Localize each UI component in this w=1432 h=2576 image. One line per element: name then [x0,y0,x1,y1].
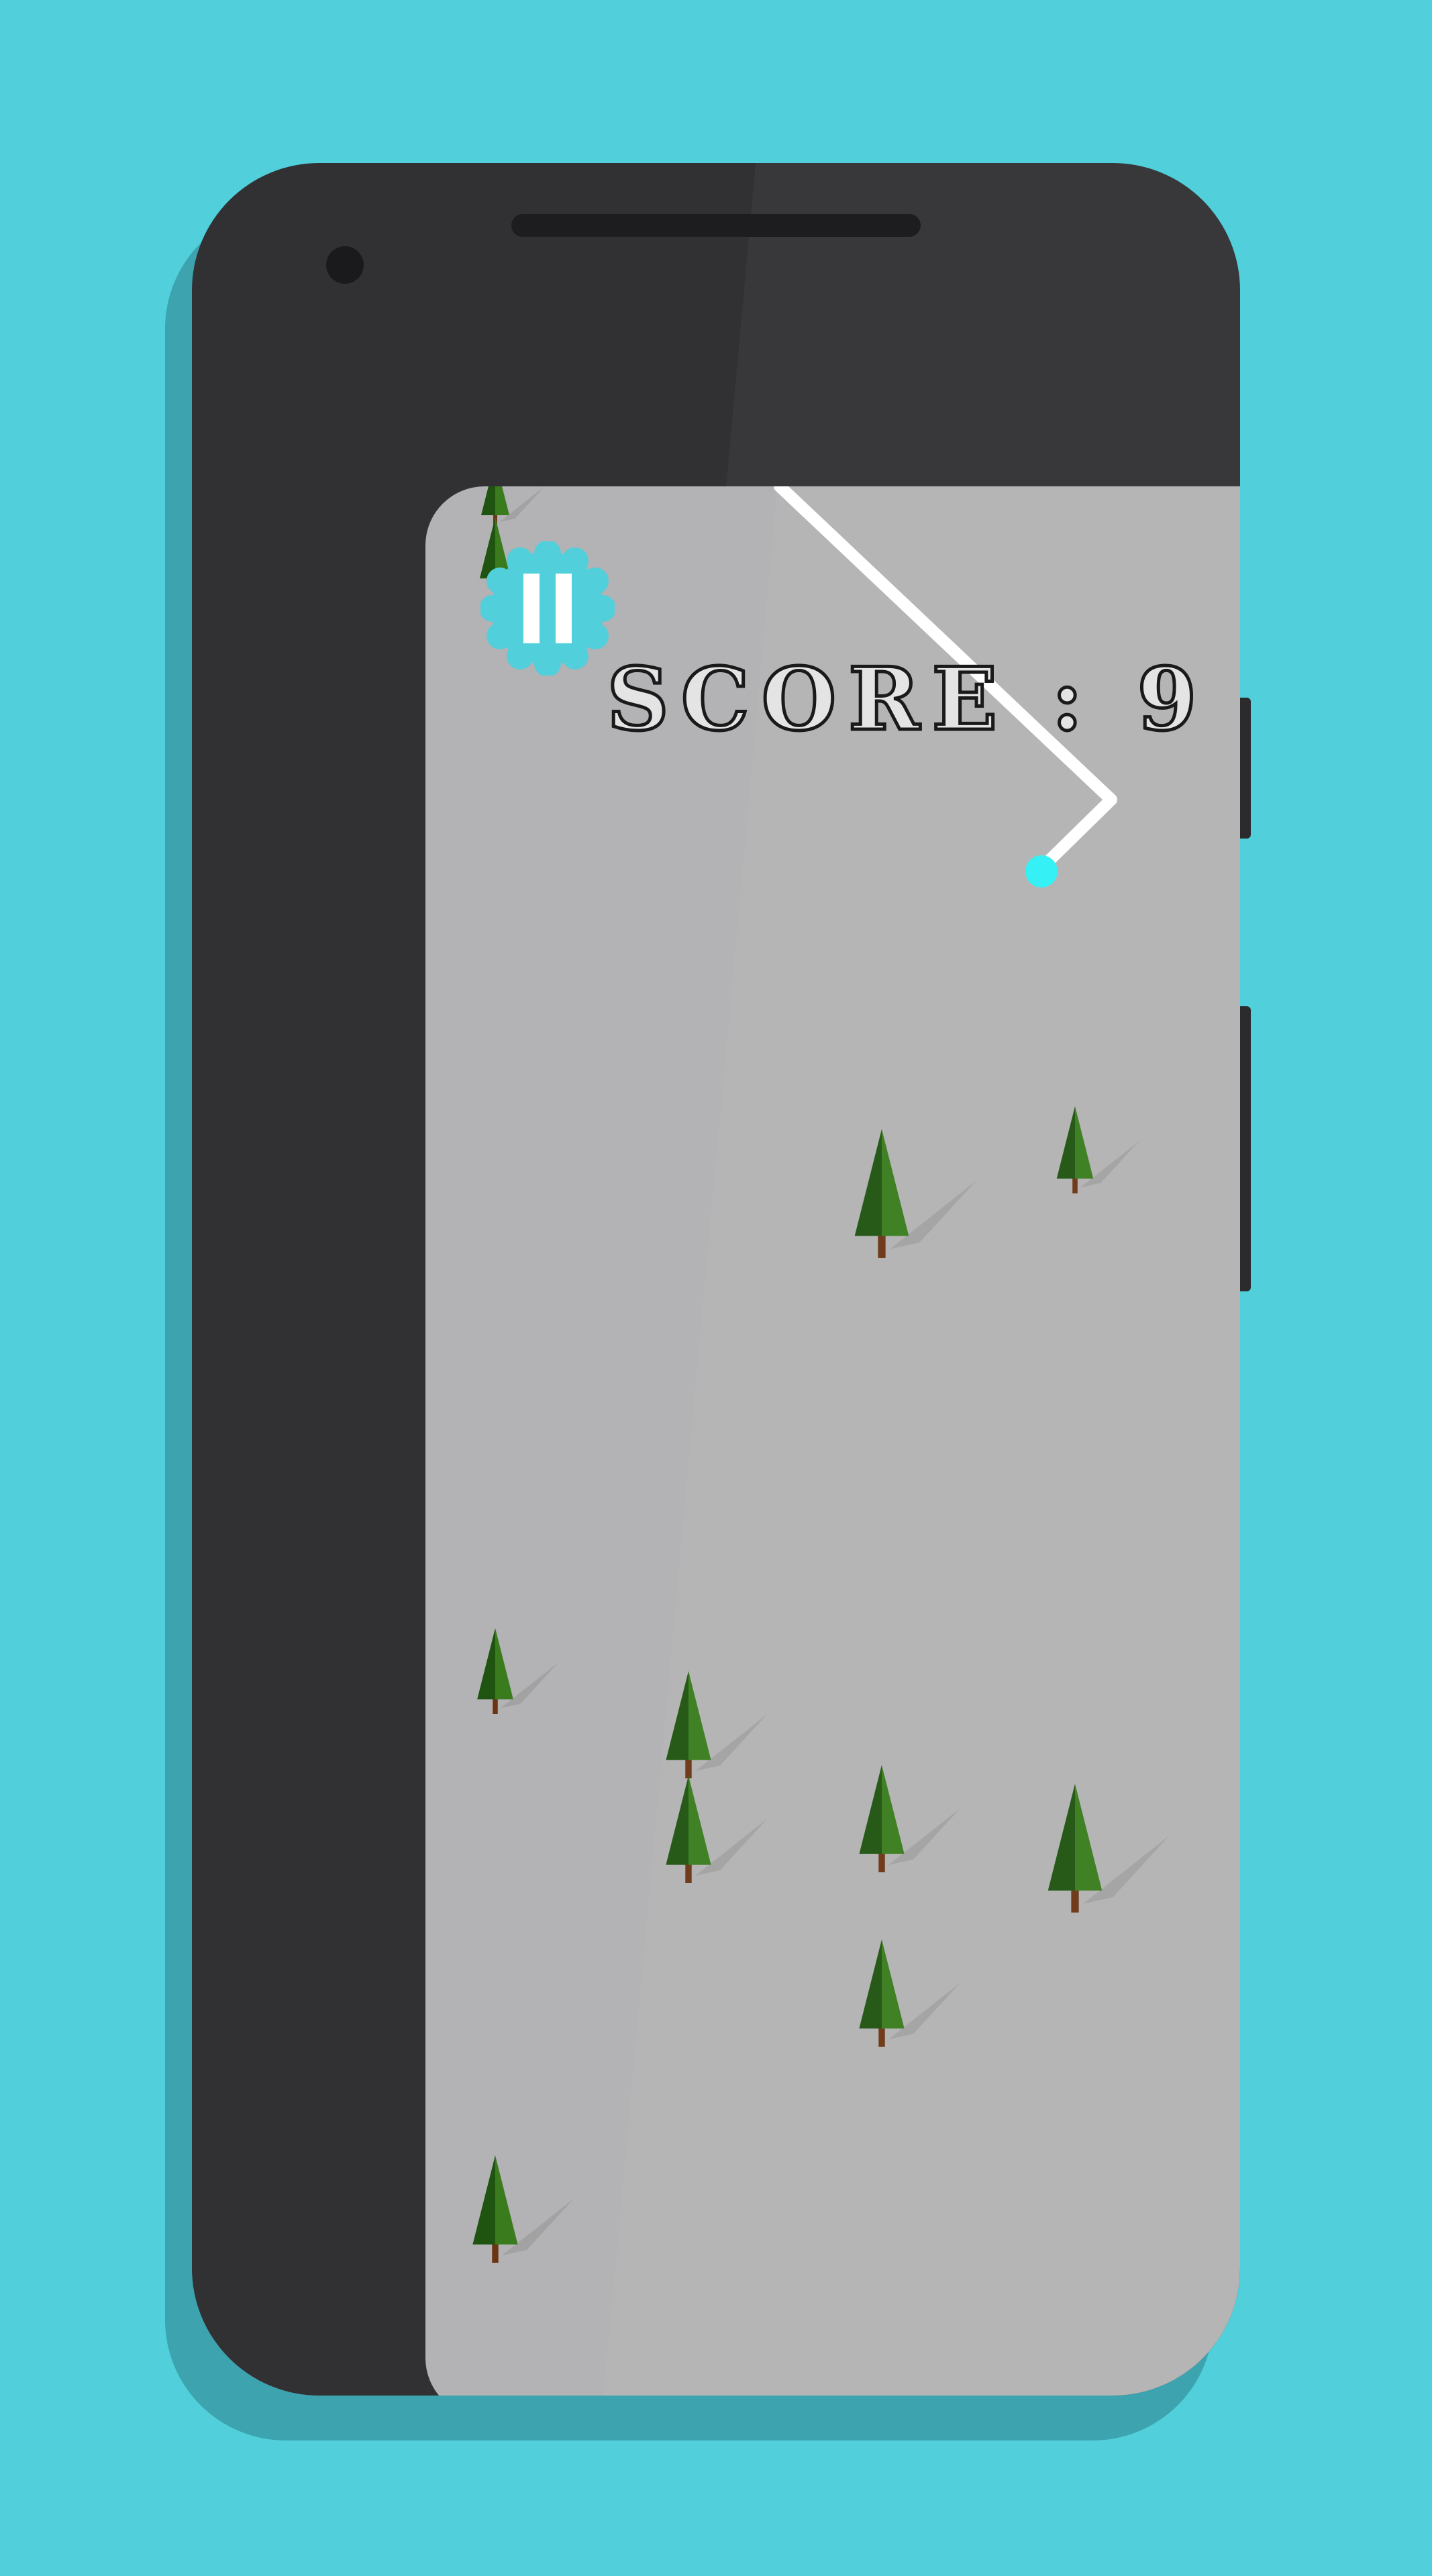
pause-icon-bar [556,574,572,643]
power-button [1240,698,1251,839]
volume-button [1240,1006,1251,1291]
score-display: SCORE : 9 [425,648,1240,752]
pine-tree [481,486,545,527]
pine-tree [477,1628,559,1714]
score-separator: : [1050,648,1095,752]
game-stage: SCORE : 9 [0,0,1432,2576]
pine-tree [472,2155,574,2263]
pause-icon [523,574,540,643]
top-speaker [511,214,921,237]
phone-frame: SCORE : 9 [192,163,1240,2396]
front-camera-icon [326,246,364,284]
game-screen[interactable]: SCORE : 9 [425,486,1240,2396]
score-label: SCORE [605,648,1010,752]
score-value: 9 [1135,648,1209,752]
